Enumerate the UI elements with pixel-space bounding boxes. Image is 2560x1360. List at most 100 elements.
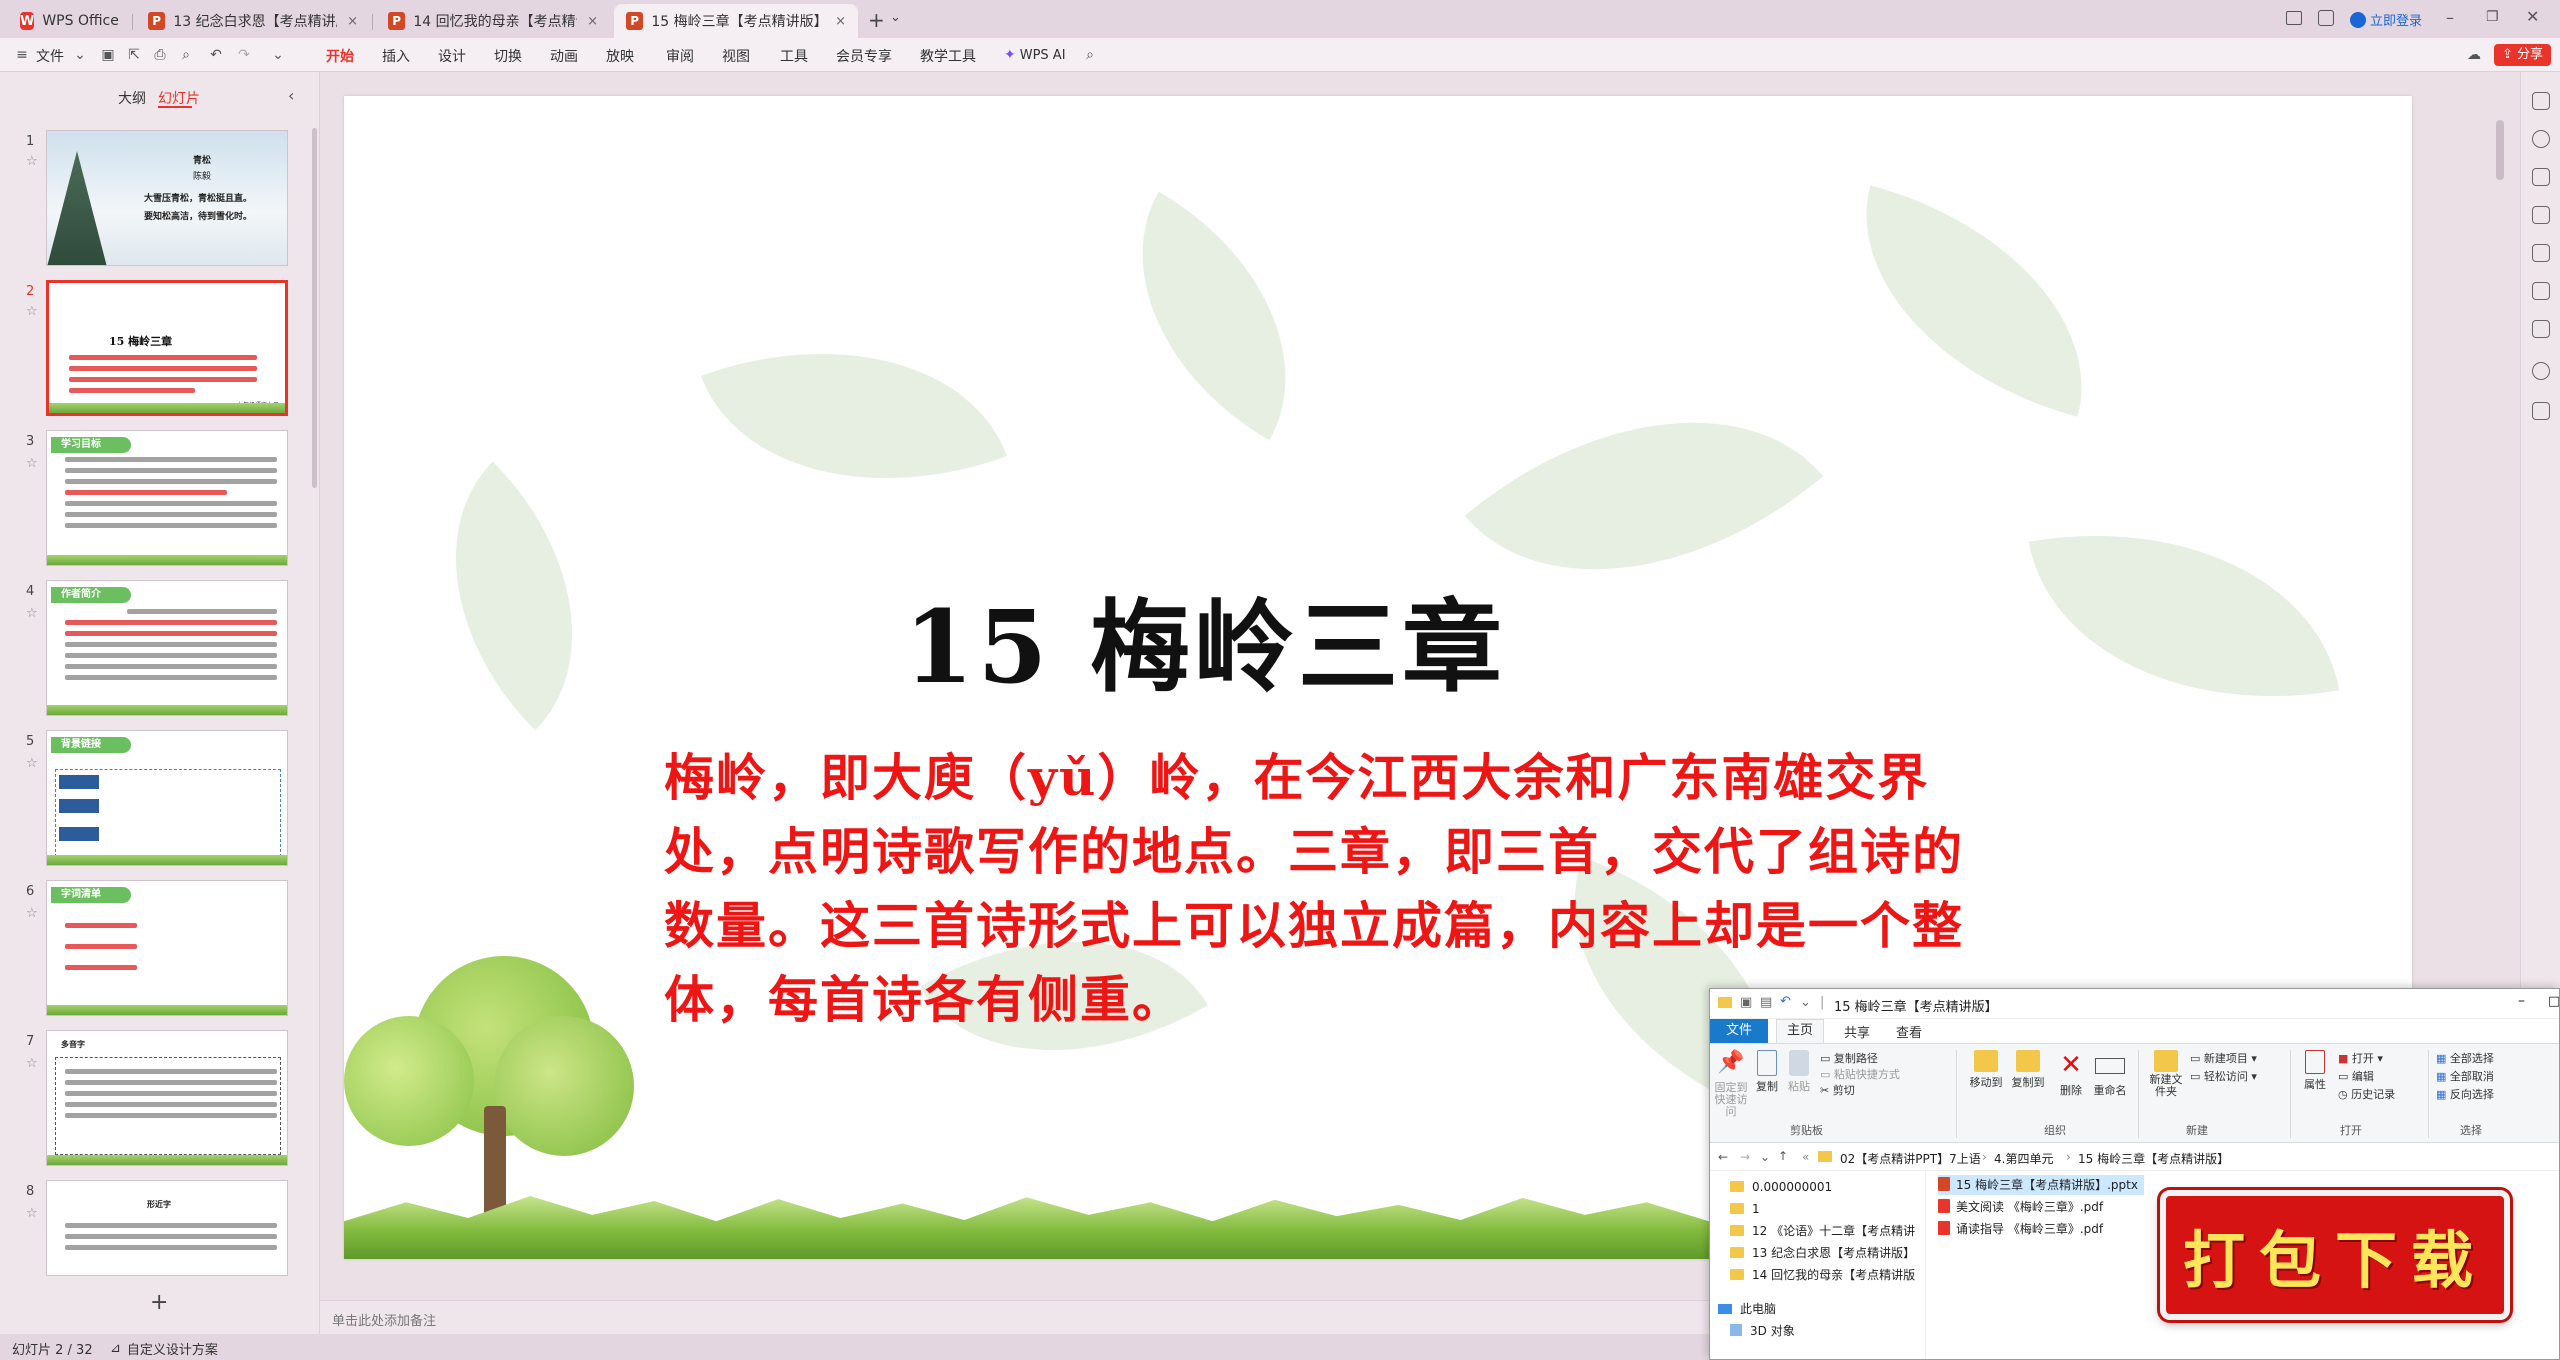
- hamburger-icon[interactable]: ≡: [14, 47, 30, 63]
- menu-animation[interactable]: 动画: [550, 46, 578, 66]
- magic-icon[interactable]: [2532, 130, 2550, 148]
- export-icon[interactable]: ⇱: [126, 47, 142, 63]
- menu-design[interactable]: 设计: [438, 46, 466, 66]
- settings-icon[interactable]: [2532, 92, 2550, 110]
- breadcrumb-part[interactable]: 4.第四单元: [1994, 1150, 2053, 1167]
- close-window-icon[interactable]: ✕: [2526, 7, 2539, 26]
- download-package-button[interactable]: 打包下载: [2160, 1190, 2510, 1320]
- menu-view[interactable]: 视图: [722, 46, 750, 66]
- chevron-down-icon[interactable]: ⌄: [890, 10, 901, 25]
- file-item-selected[interactable]: 15 梅岭三章【考点精讲版】.pptx: [1938, 1175, 2144, 1195]
- nav-item[interactable]: 1: [1730, 1199, 1760, 1219]
- slide-thumbnail-6[interactable]: 字词清单: [46, 880, 288, 1016]
- skin-icon[interactable]: [2318, 10, 2334, 26]
- add-slide-button[interactable]: +: [150, 1290, 168, 1315]
- slide-thumbnail-5[interactable]: 背景链接: [46, 730, 288, 866]
- nav-item[interactable]: 12 《论语》十二章【考点精讲: [1730, 1221, 1915, 1241]
- wps-ai-button[interactable]: ✦ WPS AI: [1004, 47, 1066, 63]
- history-button[interactable]: ◷ 历史记录: [2338, 1086, 2395, 1102]
- undo-icon[interactable]: ↶: [1780, 994, 1791, 1009]
- breadcrumb-part[interactable]: 15 梅岭三章【考点精讲版】: [2078, 1150, 2229, 1167]
- restore-icon[interactable]: ❐: [2486, 9, 2499, 25]
- new-folder-icon[interactable]: ▤: [1760, 995, 1772, 1010]
- tab-doc-14[interactable]: P 14 回忆我的母亲【考点精讲版】.p ×: [376, 4, 610, 38]
- cloud-icon[interactable]: ☁: [2466, 47, 2482, 63]
- menu-slideshow[interactable]: 放映: [606, 46, 634, 66]
- up-icon[interactable]: ↑: [1778, 1149, 1788, 1163]
- custom-design-button[interactable]: ⊿ 自定义设计方案: [110, 1339, 218, 1358]
- menu-file[interactable]: 文件: [36, 46, 64, 66]
- palette-icon[interactable]: [2532, 206, 2550, 224]
- panel-scrollbar[interactable]: [312, 128, 317, 488]
- invert-selection-button[interactable]: ▦ 反向选择: [2436, 1086, 2494, 1102]
- edit-icon[interactable]: [2532, 244, 2550, 262]
- chevron-down-icon[interactable]: ⌄: [1800, 995, 1811, 1010]
- nav-item-3d-objects[interactable]: 3D 对象: [1730, 1321, 1795, 1341]
- easy-access-button[interactable]: ▭ 轻松访问 ▾: [2190, 1068, 2257, 1084]
- menu-insert[interactable]: 插入: [382, 46, 410, 66]
- chevron-down-icon[interactable]: ⌄: [270, 47, 286, 63]
- share-button[interactable]: ⇪ 分享: [2494, 44, 2552, 66]
- minimize-icon[interactable]: –: [2518, 993, 2525, 1009]
- tab-slides[interactable]: 幻灯片: [158, 88, 200, 108]
- copy-icon[interactable]: [2532, 168, 2550, 186]
- help-icon[interactable]: [2532, 362, 2550, 380]
- menu-transition[interactable]: 切换: [494, 46, 522, 66]
- tab-doc-15-active[interactable]: P 15 梅岭三章【考点精讲版】.p ×: [614, 4, 858, 38]
- breadcrumb-part[interactable]: 02【考点精讲PPT】7上语: [1840, 1150, 1981, 1167]
- menu-teaching-tools[interactable]: 教学工具: [920, 46, 976, 66]
- close-icon[interactable]: ×: [347, 14, 358, 29]
- copy-path-button[interactable]: ▭ 复制路径: [1820, 1050, 1878, 1066]
- star-icon[interactable]: ☆: [26, 756, 38, 771]
- more-icon[interactable]: [2532, 402, 2550, 420]
- delete-button[interactable]: ✕ 删除: [2054, 1050, 2088, 1098]
- undo-icon[interactable]: ↶: [208, 47, 224, 63]
- star-icon[interactable]: ☆: [26, 154, 38, 169]
- move-to-button[interactable]: 移动到: [1966, 1050, 2006, 1090]
- ribbon-tab-share[interactable]: 共享: [1834, 1022, 1880, 1041]
- close-icon[interactable]: ×: [587, 14, 598, 29]
- tab-doc-13[interactable]: P 13 纪念白求恩【考点精讲版】.ppt ×: [136, 4, 370, 38]
- copy-button[interactable]: 复制: [1750, 1050, 1784, 1094]
- menu-member[interactable]: 会员专享: [836, 46, 892, 66]
- paste-button[interactable]: 粘贴: [1782, 1050, 1816, 1094]
- tab-outline[interactable]: 大纲: [118, 88, 146, 108]
- pin-quick-access-button[interactable]: 📌 固定到快速访问: [1714, 1050, 1748, 1118]
- new-tab-icon[interactable]: +: [868, 8, 885, 32]
- file-item[interactable]: 美文阅读 《梅岭三章》.pdf: [1938, 1197, 2103, 1217]
- slide-title[interactable]: 15 梅岭三章: [904, 566, 1506, 711]
- star-icon[interactable]: ☆: [26, 1206, 38, 1221]
- star-icon[interactable]: ☆: [26, 1056, 38, 1071]
- new-item-button[interactable]: ▭ 新建项目 ▾: [2190, 1050, 2257, 1066]
- cut-button[interactable]: ✂ 剪切: [1820, 1082, 1855, 1098]
- collapse-panel-icon[interactable]: ‹: [288, 86, 294, 105]
- slide-thumbnail-4[interactable]: 作者简介: [46, 580, 288, 716]
- edit-button[interactable]: ▭ 编辑: [2338, 1068, 2374, 1084]
- slide-thumbnail-2-selected[interactable]: 15 梅岭三章 七年级语文上册: [46, 280, 288, 416]
- nav-item[interactable]: 0.000000001: [1730, 1177, 1832, 1197]
- properties-button[interactable]: 属性: [2298, 1050, 2332, 1092]
- slide-thumbnail-3[interactable]: 学习目标: [46, 430, 288, 566]
- copy-to-button[interactable]: 复制到: [2008, 1050, 2048, 1090]
- ribbon-tab-home[interactable]: 主页: [1776, 1019, 1825, 1043]
- window-icon[interactable]: [2286, 11, 2302, 25]
- chevron-down-icon[interactable]: ⌄: [1760, 1150, 1770, 1164]
- chevron-down-icon[interactable]: ⌄: [72, 47, 88, 63]
- star-icon[interactable]: ☆: [26, 456, 38, 471]
- login-button[interactable]: 立即登录: [2350, 10, 2422, 29]
- close-icon[interactable]: ×: [835, 14, 846, 29]
- nav-item[interactable]: 14 回忆我的母亲【考点精讲版: [1730, 1265, 1915, 1285]
- translate-icon[interactable]: [2532, 282, 2550, 300]
- ribbon-tab-file[interactable]: 文件: [1710, 1019, 1769, 1043]
- minimize-icon[interactable]: –: [2446, 8, 2454, 27]
- breadcrumb-overflow[interactable]: «: [1802, 1150, 1809, 1164]
- slide-thumbnail-7[interactable]: 多音字: [46, 1030, 288, 1166]
- select-none-button[interactable]: ▦ 全部取消: [2436, 1068, 2494, 1084]
- slide-thumbnail-1[interactable]: 青松 陈毅 大雪压青松，青松挺且直。 要知松高洁，待到雪化时。: [46, 130, 288, 266]
- maximize-icon[interactable]: □: [2548, 994, 2559, 1009]
- slide-thumbnail-8[interactable]: 形近字: [46, 1180, 288, 1276]
- paste-shortcut-button[interactable]: ▭ 粘贴快捷方式: [1820, 1066, 1900, 1082]
- nav-item[interactable]: 13 纪念白求恩【考点精讲版】: [1730, 1243, 1915, 1263]
- layout-icon[interactable]: [2532, 320, 2550, 338]
- back-icon[interactable]: ←: [1718, 1150, 1728, 1164]
